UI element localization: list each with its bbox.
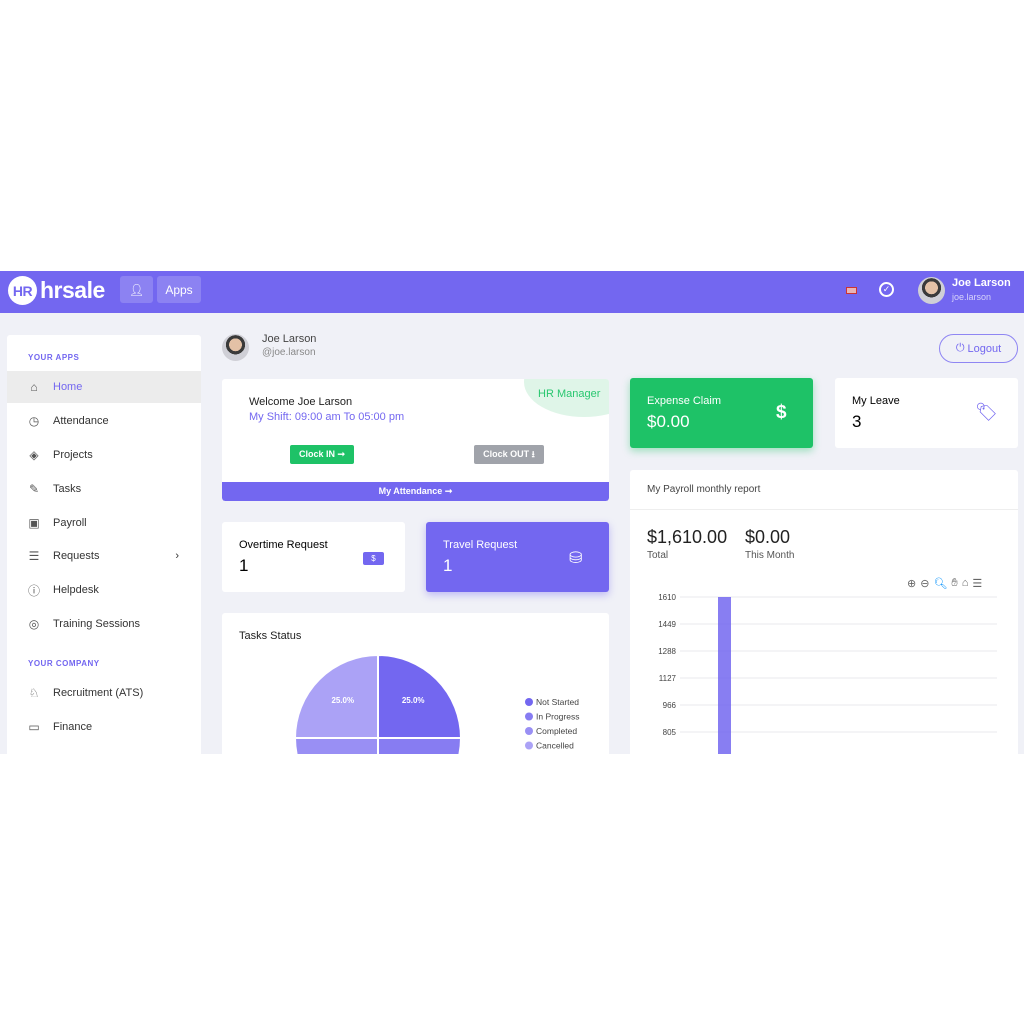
user-check-button[interactable]: 👤︎	[120, 276, 153, 303]
clock-out-button[interactable]: Clock OUT ⭳	[474, 445, 544, 464]
logout-label: Logout	[967, 342, 1002, 355]
legend-label-2[interactable]: Completed	[536, 726, 577, 736]
role-badge: HR Manager	[538, 388, 601, 400]
logo[interactable]: HR hrsale	[8, 276, 105, 305]
money-icon: $	[363, 552, 384, 565]
home-icon: ⌂	[30, 380, 38, 394]
sidebar-item-payroll[interactable]: ▣ Payroll	[7, 507, 201, 539]
leave-title: My Leave	[852, 395, 900, 407]
pie-slice-2[interactable]	[293, 737, 379, 754]
target-icon: ◎	[28, 617, 40, 631]
tasks-pie-chart: 25.0% Not Started25.0%In Progress25.0%Com…	[293, 653, 579, 754]
list-icon: ☰	[28, 549, 40, 563]
label: Training Sessions	[53, 618, 141, 630]
payroll-bar-chart: 16101449128811279668056444833221610	[658, 593, 997, 754]
clock-in-button[interactable]: Clock IN ➞	[290, 445, 354, 464]
recruitment-icon: ♘	[28, 686, 40, 700]
user-check-icon: 👤︎	[128, 282, 145, 297]
pie-slice-1[interactable]	[377, 737, 463, 754]
payroll-icon: ▣	[28, 516, 40, 530]
travel-card[interactable]: Travel Request 1 ⛁	[426, 522, 609, 592]
profile-avatar	[222, 334, 249, 361]
overtime-value: 1	[239, 556, 249, 575]
chevron-right-icon: ›	[175, 550, 179, 562]
y-tick-label: 966	[663, 701, 677, 710]
welcome-card: HR Manager Welcome Joe Larson My Shift: …	[222, 379, 609, 501]
check-circle-icon[interactable]: ✓	[879, 282, 894, 297]
payroll-card: My Payroll monthly report $1,610.00 Tota…	[630, 470, 1018, 754]
sidebar-item-recruitment[interactable]: ♘ Recruitment (ATS)	[7, 677, 201, 709]
user-handle: joe.larson	[952, 292, 992, 302]
y-tick-label: 1610	[658, 593, 676, 602]
flag-icon[interactable]	[846, 287, 857, 294]
label: Requests	[53, 550, 100, 562]
sidebar: YOUR APPS ⌂ Home ◷ Attendance ◈ Projects ✎ T…	[7, 335, 201, 754]
label: Home	[53, 381, 83, 393]
y-tick-label: 1449	[658, 620, 676, 629]
welcome-text: Welcome Joe Larson	[249, 396, 353, 408]
my-attendance-button[interactable]: My Attendance ➞	[222, 482, 609, 501]
legend-label-1[interactable]: In Progress	[536, 712, 579, 722]
help-icon: ⓘ	[27, 583, 40, 598]
section-your-company: YOUR COMPANY	[28, 659, 100, 668]
legend-marker-3	[525, 741, 533, 750]
y-tick-label: 1127	[659, 674, 677, 683]
tasks-status-card: Tasks Status 25.0% Not Started 25.0% In Pro…	[222, 613, 609, 754]
sidebar-item-training[interactable]: ◎ Training Sessions	[7, 608, 201, 640]
y-tick-label: 805	[663, 728, 677, 737]
apps-button[interactable]: Apps	[157, 276, 201, 303]
legend-label-3[interactable]: Cancelled	[536, 741, 574, 751]
tag-icon: 🏷︎	[975, 402, 998, 422]
logo-text: hrsale	[40, 277, 105, 303]
label: Tasks	[53, 483, 82, 495]
pie-label-3: 25.0%	[331, 696, 354, 705]
overtime-title: Overtime Request	[239, 539, 328, 551]
legend-marker-1	[525, 712, 533, 721]
overtime-card[interactable]: Overtime Request 1 $	[222, 522, 405, 592]
label: Helpdesk	[53, 584, 99, 596]
y-tick-label: 1288	[658, 647, 676, 656]
expense-card[interactable]: Expense Claim $0.00 $	[630, 378, 813, 448]
top-navbar: HR hrsale 👤︎ Apps ✓ Joe Larson joe.larson	[0, 271, 1024, 313]
sidebar-item-requests[interactable]: ☰ Requests ›	[7, 540, 201, 572]
travel-value: 1	[443, 556, 453, 575]
database-icon: ⛁	[569, 550, 583, 567]
power-icon: ⏻	[955, 342, 965, 354]
sidebar-item-finance[interactable]: ▭ Finance	[7, 711, 201, 743]
profile-handle: @joe.larson	[262, 347, 316, 358]
profile-name: Joe Larson	[262, 333, 317, 345]
travel-title: Travel Request	[443, 539, 518, 551]
card-icon: ▭	[28, 720, 40, 734]
label: Projects	[53, 449, 93, 461]
logout-button[interactable]: ⏻ Logout	[939, 334, 1018, 363]
clock-icon: ◷	[28, 414, 40, 428]
expense-title: Expense Claim	[647, 395, 721, 407]
sidebar-item-attendance[interactable]: ◷ Attendance	[7, 405, 201, 437]
section-your-apps: YOUR APPS	[28, 353, 80, 362]
label: Payroll	[53, 517, 87, 529]
expense-value: $0.00	[647, 412, 690, 431]
sidebar-item-projects[interactable]: ◈ Projects	[7, 439, 201, 471]
logo-mark-icon: HR	[8, 276, 37, 305]
label: Recruitment (ATS)	[53, 687, 144, 699]
shift-text: My Shift: 09:00 am To 05:00 pm	[249, 411, 405, 423]
app: HR hrsale 👤︎ Apps ✓ Joe Larson joe.larson…	[0, 271, 1024, 754]
legend-label-0[interactable]: Not Started	[536, 697, 579, 707]
label: Attendance	[53, 415, 109, 427]
sidebar-item-home[interactable]: ⌂ Home	[7, 371, 201, 403]
pie-label-0: 25.0%	[402, 696, 425, 705]
dollar-icon: $	[776, 402, 787, 423]
leave-card[interactable]: My Leave 3 🏷︎	[835, 378, 1018, 448]
sidebar-item-helpdesk[interactable]: ⓘ Helpdesk	[7, 574, 201, 606]
user-name[interactable]: Joe Larson	[952, 277, 1011, 289]
legend-marker-0	[525, 698, 533, 706]
legend-marker-2	[525, 727, 533, 735]
sidebar-item-tasks[interactable]: ✎ Tasks	[7, 473, 201, 505]
user-avatar[interactable]	[918, 277, 945, 304]
leave-value: 3	[852, 412, 862, 431]
label: Finance	[53, 721, 93, 733]
layers-icon: ◈	[29, 448, 39, 462]
bar-0[interactable]	[718, 597, 731, 754]
edit-icon: ✎	[28, 482, 40, 496]
